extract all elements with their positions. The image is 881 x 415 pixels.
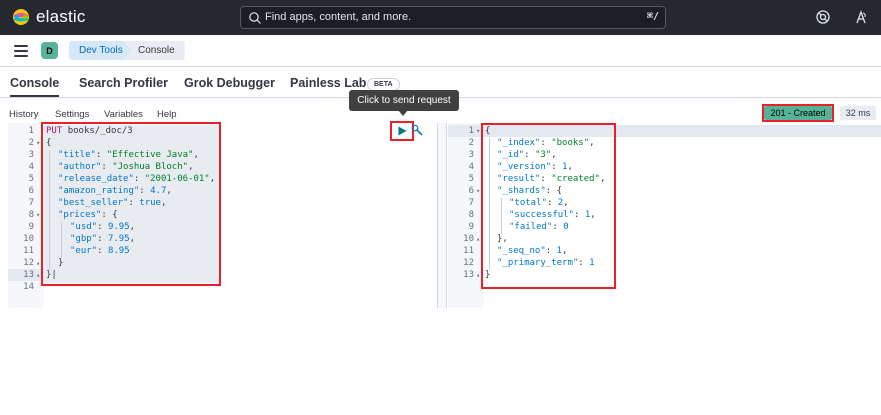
help-globe-icon[interactable] [815, 9, 831, 25]
status-highlight-box [762, 104, 834, 122]
search-icon [249, 12, 261, 24]
editor-resizer[interactable] [437, 123, 447, 308]
tab-active-indicator [10, 95, 59, 97]
send-request-tooltip: Click to send request [349, 90, 459, 111]
fold-toggle-icon[interactable]: ▴ [36, 259, 40, 267]
search-placeholder: Find apps, content, and more. [265, 11, 412, 23]
fold-toggle-icon[interactable]: ▾ [36, 211, 40, 219]
menu-variables[interactable]: Variables [104, 109, 143, 120]
fold-toggle-icon[interactable]: ▴ [36, 271, 40, 279]
user-avatar-icon[interactable] [853, 9, 869, 25]
response-highlight-box [481, 123, 616, 289]
menu-help[interactable]: Help [157, 109, 177, 120]
fold-toggle-icon[interactable]: ▴ [476, 271, 480, 279]
request-highlight-box [41, 122, 221, 286]
top-header: elastic Find apps, content, and more. ⌘/ [0, 0, 881, 35]
tab-painless-lab[interactable]: Painless Lab [290, 76, 366, 90]
tab-console[interactable]: Console [10, 76, 59, 90]
fold-toggle-icon[interactable]: ▴ [476, 235, 480, 243]
space-avatar[interactable]: D [41, 42, 58, 59]
global-search-bar[interactable]: Find apps, content, and more. ⌘/ [240, 6, 666, 29]
tab-search-profiler[interactable]: Search Profiler [79, 76, 168, 90]
menu-settings[interactable]: Settings [55, 109, 89, 120]
elastic-logo[interactable]: elastic [12, 7, 86, 27]
brand-name: elastic [36, 7, 86, 26]
menu-history[interactable]: History [9, 109, 39, 120]
fold-toggle-icon[interactable]: ▾ [476, 127, 480, 135]
breadcrumb-bar: D Dev Tools Console [0, 35, 881, 67]
response-timing-badge: 32 ms [840, 106, 876, 120]
fold-toggle-icon[interactable]: ▾ [36, 139, 40, 147]
tab-grok-debugger[interactable]: Grok Debugger [184, 76, 275, 90]
tooltip-arrow [398, 110, 408, 116]
search-shortcut: ⌘/ [646, 11, 659, 22]
menu-hamburger-icon[interactable] [14, 45, 28, 57]
wrench-icon[interactable] [411, 124, 424, 137]
fold-toggle-icon[interactable]: ▾ [476, 187, 480, 195]
breadcrumb-console: Console [124, 41, 185, 60]
elastic-logo-icon [12, 8, 30, 26]
